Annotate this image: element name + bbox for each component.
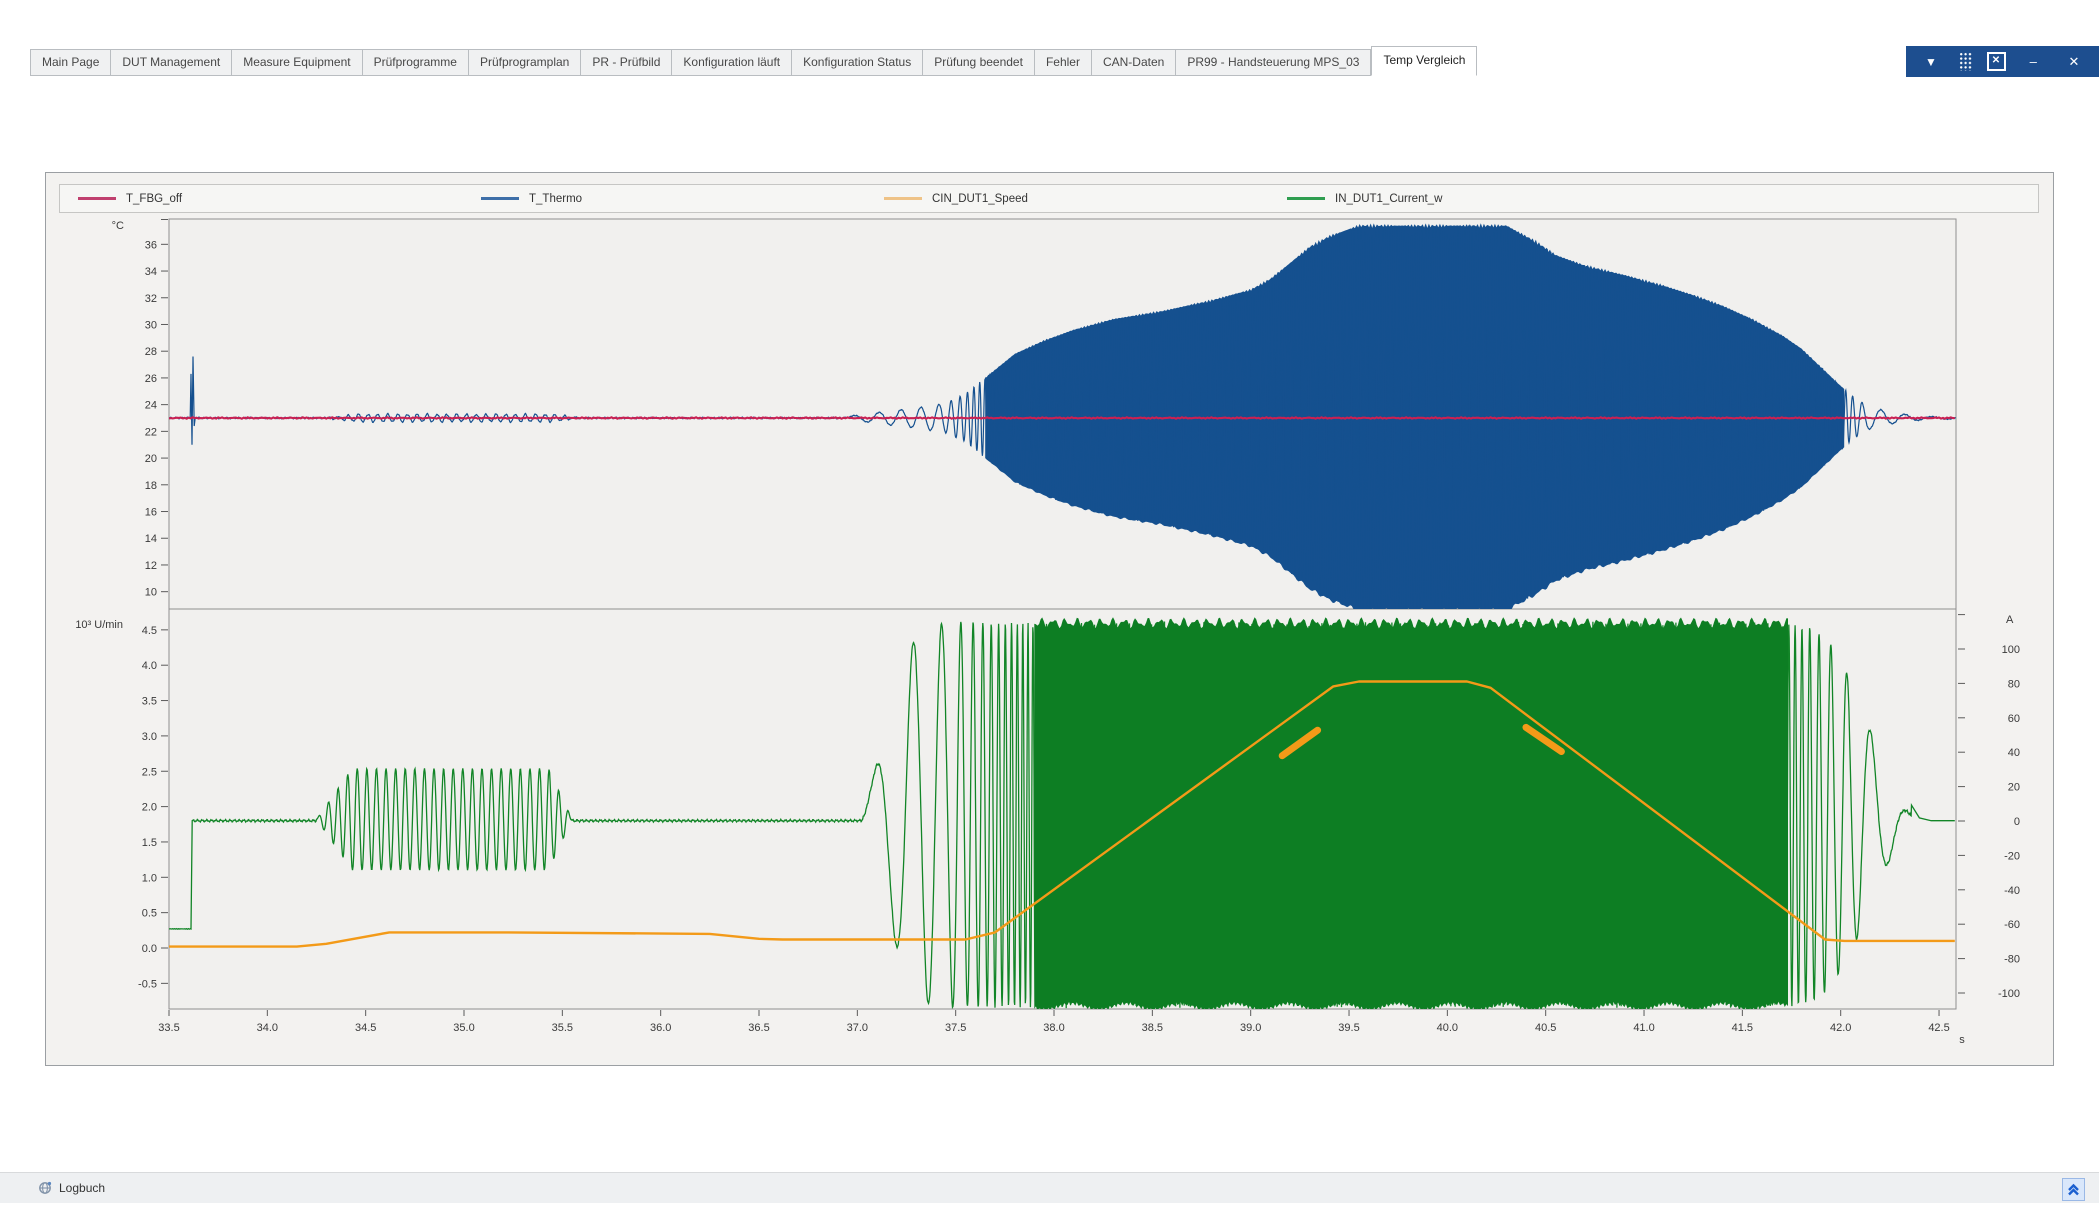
tick-label: 37.0: [847, 1022, 868, 1034]
tick-label: 42.5: [1928, 1022, 1949, 1034]
logbuch-label: Logbuch: [59, 1181, 105, 1195]
tick-label: 10: [145, 587, 157, 599]
tab-bar: Main PageDUT ManagementMeasure Equipment…: [30, 46, 1477, 76]
tick-label: 3.0: [142, 731, 157, 743]
tick-label: 36: [145, 239, 157, 251]
chart-panel: T_FBG_offT_ThermoCIN_DUT1_SpeedIN_DUT1_C…: [45, 172, 2054, 1066]
tab-main-page[interactable]: Main Page: [30, 49, 111, 76]
tick-label: 30: [145, 319, 157, 331]
tick-label: 36.0: [650, 1022, 671, 1034]
tab-fehler[interactable]: Fehler: [1035, 49, 1092, 76]
tick-label: 36.5: [748, 1022, 769, 1034]
tick-label: 4.0: [142, 660, 157, 672]
tick-label: -60: [2004, 919, 2020, 931]
tick-label: 34.5: [355, 1022, 376, 1034]
tick-label: 20: [145, 453, 157, 465]
restore-button[interactable]: ✕: [1987, 52, 2006, 71]
chart-plot-svg: 10 12 14 16 18 20 22 24 26 28 30 32 34 36 °C -0.5 0.0 0.5…: [46, 173, 2053, 1065]
tick-label: -100: [1998, 988, 2020, 1000]
tick-label: 0.0: [142, 943, 157, 955]
tick-label: 38.0: [1043, 1022, 1064, 1034]
tick-label: 37.5: [945, 1022, 966, 1034]
tick-label: 3.5: [142, 696, 157, 708]
tab-konfiguration-status[interactable]: Konfiguration Status: [792, 49, 923, 76]
series-t-fbg-off-line: [169, 417, 1955, 418]
series-in-dut1-current-fill: [1034, 617, 1788, 1011]
tick-label: 2.0: [142, 802, 157, 814]
dropdown-icon[interactable]: ▼: [1918, 55, 1944, 69]
window-controls: ▼ ✕ – ✕: [1906, 46, 2099, 77]
collapse-statusbar-button[interactable]: [2062, 1178, 2085, 1201]
tick-label: 38.5: [1142, 1022, 1163, 1034]
tick-label: -80: [2004, 954, 2020, 966]
tick-label: 28: [145, 346, 157, 358]
close-button[interactable]: ✕: [2061, 54, 2087, 70]
tick-label: 40.0: [1437, 1022, 1458, 1034]
tab-konfiguration-l-uft[interactable]: Konfiguration läuft: [672, 49, 792, 76]
tick-label: -0.5: [138, 978, 157, 990]
tab-pr99-handsteuerung-mps-03[interactable]: PR99 - Handsteuerung MPS_03: [1176, 49, 1371, 76]
tab-pr-fung-beendet[interactable]: Prüfung beendet: [923, 49, 1035, 76]
tick-label: 40.5: [1535, 1022, 1556, 1034]
logbuch-icon: [38, 1181, 52, 1195]
tick-label: 40: [2008, 747, 2020, 759]
tick-label: 14: [145, 533, 157, 545]
tick-label: 10³ U/min: [75, 619, 123, 631]
tick-label: 1.0: [142, 872, 157, 884]
tick-label: 41.0: [1633, 1022, 1654, 1034]
double-chevron-up-icon: [2066, 1182, 2081, 1197]
tick-label: 33.5: [158, 1022, 179, 1034]
tab-pr-fprogramme[interactable]: Prüfprogramme: [363, 49, 469, 76]
tab-pr-fprogramplan[interactable]: Prüfprogramplan: [469, 49, 581, 76]
tab-dut-management[interactable]: DUT Management: [111, 49, 232, 76]
tick-label: 0.5: [142, 908, 157, 920]
tick-label: 24: [145, 400, 157, 412]
tab-can-daten[interactable]: CAN-Daten: [1092, 49, 1176, 76]
tick-label: °C: [112, 220, 124, 232]
tick-label: 22: [145, 426, 157, 438]
minimize-button[interactable]: –: [2020, 54, 2046, 69]
tick-label: 2.5: [142, 766, 157, 778]
tick-label: 32: [145, 293, 157, 305]
tick-label: 20: [2008, 782, 2020, 794]
tick-label: 26: [145, 373, 157, 385]
tick-label: 1.5: [142, 837, 157, 849]
logbuch-button[interactable]: Logbuch: [38, 1181, 105, 1195]
tick-label: A: [2006, 614, 2014, 626]
tick-label: 34: [145, 266, 157, 278]
tick-label: 4.5: [142, 625, 157, 637]
tick-label: 0: [2014, 816, 2020, 828]
tick-label: 42.0: [1830, 1022, 1851, 1034]
tick-label: 41.5: [1732, 1022, 1753, 1034]
tab-pr-pr-fbild[interactable]: PR - Prüfbild: [581, 49, 672, 76]
tick-label: 16: [145, 507, 157, 519]
tick-label: -40: [2004, 885, 2020, 897]
tick-label: 35.0: [453, 1022, 474, 1034]
tick-label: 39.5: [1338, 1022, 1359, 1034]
tick-label: -20: [2004, 850, 2020, 862]
tick-label: 80: [2008, 678, 2020, 690]
status-bar: Logbuch: [0, 1172, 2099, 1203]
tick-label: 100: [2002, 644, 2020, 656]
tick-label: 39.0: [1240, 1022, 1261, 1034]
tab-measure-equipment[interactable]: Measure Equipment: [232, 49, 362, 76]
tick-label: s: [1959, 1034, 1965, 1046]
drag-grid-icon[interactable]: [1959, 52, 1972, 71]
tab-temp-vergleich[interactable]: Temp Vergleich: [1371, 46, 1477, 76]
tick-label: 12: [145, 560, 157, 572]
tick-label: 60: [2008, 713, 2020, 725]
tick-label: 18: [145, 480, 157, 492]
tick-label: 35.5: [552, 1022, 573, 1034]
tick-label: 34.0: [257, 1022, 278, 1034]
